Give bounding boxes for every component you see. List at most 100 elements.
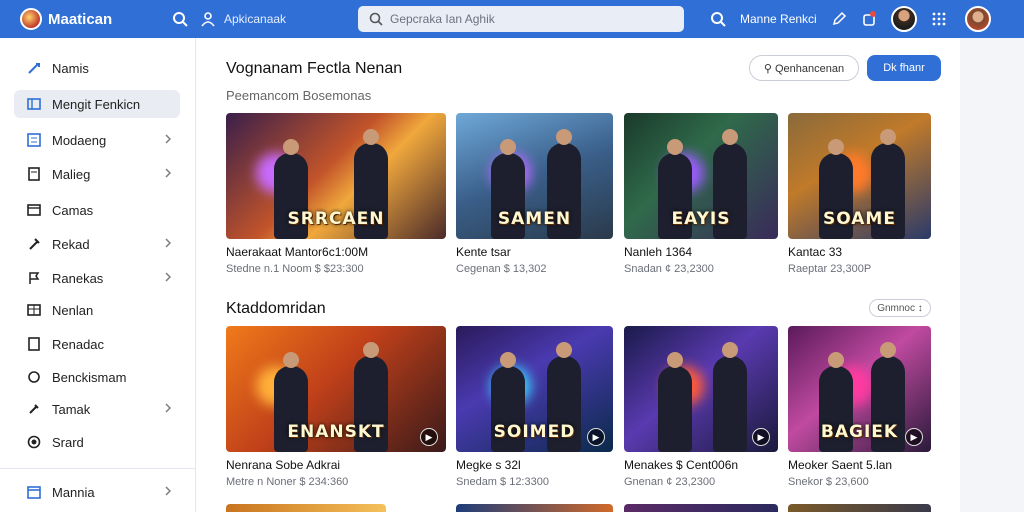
play-icon[interactable]: ▶: [752, 428, 770, 446]
primary-action-button[interactable]: Dk fhanr: [867, 55, 941, 81]
sidebar-footer-label: Mannia: [52, 484, 95, 500]
apps-grid-icon[interactable]: [931, 11, 947, 27]
game-card[interactable]: SOAME Kantac 33 Raeptar 23,300P: [788, 113, 931, 275]
card-title[interactable]: Megke s 32l: [456, 458, 613, 472]
search-field-icon: [368, 11, 384, 27]
search-icon[interactable]: [172, 11, 188, 27]
tool-icon: [26, 401, 42, 417]
notification-icon[interactable]: [861, 11, 877, 27]
sidebar-item[interactable]: Srard: [14, 428, 180, 456]
card-title[interactable]: Kantac 33: [788, 245, 931, 259]
sidebar-item-label: Ranekas: [52, 270, 104, 286]
sidebar-item-label: Namis: [52, 60, 89, 76]
top-bar: Maatican Apkicanaak Manne Renkci: [0, 0, 1024, 38]
sidebar-item-label: Camas: [52, 202, 94, 218]
sidebar-item-label: Benckismam: [52, 369, 127, 385]
game-card[interactable]: BAGIEK ▶ Meoker Saent 5.lan Snekor $ 23,600: [788, 326, 931, 488]
sidebar-item[interactable]: Mengit Fenkicn: [14, 90, 180, 118]
game-logo: SAMEN: [497, 209, 572, 229]
chevron-right-icon: [165, 272, 171, 282]
sidebar-item[interactable]: Rekad: [14, 230, 180, 258]
sidebar-item[interactable]: Renadac: [14, 330, 180, 358]
card-meta: Snedam $ 12:3300: [456, 476, 549, 488]
search-input[interactable]: [390, 12, 670, 26]
card-meta: Cegenan $ 13,302: [456, 263, 547, 275]
chevron-right-icon: [165, 168, 171, 178]
game-thumbnail[interactable]: BAGIEK ▶: [788, 326, 931, 452]
calendar-icon: [26, 484, 42, 500]
avatar[interactable]: [890, 6, 917, 32]
profile-avatar[interactable]: [964, 6, 991, 32]
sidebar-item-label: Srard: [52, 434, 84, 450]
sidebar-item-label: Modaeng: [52, 132, 107, 148]
card-title[interactable]: Menakes $ Cent006n: [624, 458, 778, 472]
card-title[interactable]: Nanleh 1364: [624, 245, 778, 259]
card-meta: Raeptar 23,300P: [788, 263, 872, 275]
list-icon: [26, 132, 42, 148]
flag-icon: [26, 270, 42, 286]
game-card[interactable]: SOIMED ▶ Megke s 32l Snedam $ 12:3300: [456, 326, 613, 488]
card-meta: Stedne n.1 Noom $ $23:300: [226, 263, 364, 275]
game-logo: SRRCAEN: [287, 209, 385, 229]
search-icon[interactable]: [710, 11, 726, 27]
sidebar-item-label: Renadac: [52, 336, 105, 352]
table-icon: [26, 302, 42, 318]
secondary-action-button[interactable]: ⚲ Qenhancenan: [749, 55, 859, 81]
card-peek: [788, 504, 931, 512]
sidebar-item[interactable]: Namis: [14, 54, 180, 82]
window-icon: [26, 202, 42, 218]
apps-link[interactable]: Apkicanaak: [224, 12, 286, 26]
card-title[interactable]: Naerakaat Mantor6c1:00M: [226, 245, 446, 259]
sidebar-item-label: Malieg: [52, 166, 91, 182]
card-title[interactable]: Meoker Saent 5.lan: [788, 458, 931, 472]
game-thumbnail[interactable]: SOAME: [788, 113, 931, 239]
play-icon[interactable]: ▶: [905, 428, 923, 446]
sidebar-item[interactable]: Nenlan: [14, 296, 180, 324]
card-title[interactable]: Nenrana Sobe Adkrai: [226, 458, 446, 472]
chevron-right-icon: [165, 403, 171, 413]
scroll-gutter: [960, 38, 1024, 512]
game-thumbnail[interactable]: SRRCAEN: [226, 113, 446, 239]
game-thumbnail[interactable]: SAMEN: [456, 113, 613, 239]
game-thumbnail[interactable]: ▶: [624, 326, 778, 452]
sort-chip[interactable]: Gnmnoc ↕: [869, 299, 931, 317]
search-bar[interactable]: [358, 6, 684, 32]
brand-logo-icon: [20, 8, 42, 30]
sidebar-footer-item[interactable]: Mannia: [14, 478, 180, 506]
game-thumbnail[interactable]: EAYIS: [624, 113, 778, 239]
game-card[interactable]: ▶ Menakes $ Cent006n Gnenan ¢ 23,2300: [624, 326, 778, 488]
sidebar-item[interactable]: Malieg: [14, 160, 180, 188]
game-logo: ENANSKT: [287, 422, 385, 442]
secondary-action-label: Qenhancenan: [775, 62, 845, 75]
chevron-right-icon: [165, 134, 171, 144]
card-meta: Snadan ¢ 23,2300: [624, 263, 714, 275]
game-card[interactable]: SRRCAEN Naerakaat Mantor6c1:00M Stedne n.1…: [226, 113, 446, 275]
sidebar: Namis Mengit Fenkicn Modaeng Malieg Camas Rek…: [0, 38, 196, 512]
brand[interactable]: Maatican: [0, 8, 160, 30]
section-subtitle: Peemancom Bosemonas: [226, 88, 372, 103]
card-meta: Metre n Noner $ 234:360: [226, 476, 349, 488]
game-card[interactable]: SAMEN Kente tsar Cegenan $ 13,302: [456, 113, 613, 275]
game-card[interactable]: EAYIS Nanleh 1364 Snadan ¢ 23,2300: [624, 113, 778, 275]
card-title[interactable]: Kente tsar: [456, 245, 613, 259]
sidebar-item[interactable]: Modaeng: [14, 126, 180, 154]
circle-icon: [26, 369, 42, 385]
sidebar-item[interactable]: Ranekas: [14, 264, 180, 292]
sidebar-item[interactable]: Benckismam: [14, 363, 180, 391]
search-icon: ⚲: [763, 62, 772, 75]
sidebar-item[interactable]: Camas: [14, 196, 180, 224]
game-thumbnail[interactable]: SOIMED ▶: [456, 326, 613, 452]
game-thumbnail[interactable]: ENANSKT ▶: [226, 326, 446, 452]
sidebar-item[interactable]: Tamak: [14, 395, 180, 423]
account-label[interactable]: Manne Renkci: [740, 12, 817, 26]
pencil-icon[interactable]: [831, 11, 847, 27]
game-card[interactable]: ENANSKT ▶ Nenrana Sobe Adkrai Metre n Noner…: [226, 326, 446, 488]
card-meta: Gnenan ¢ 23,2300: [624, 476, 716, 488]
play-icon[interactable]: ▶: [420, 428, 438, 446]
target-icon: [26, 434, 42, 450]
play-icon[interactable]: ▶: [587, 428, 605, 446]
card-peek: [456, 504, 613, 512]
user-icon[interactable]: [200, 11, 216, 27]
grid-icon: [26, 96, 42, 112]
game-logo: EAYIS: [671, 209, 731, 229]
